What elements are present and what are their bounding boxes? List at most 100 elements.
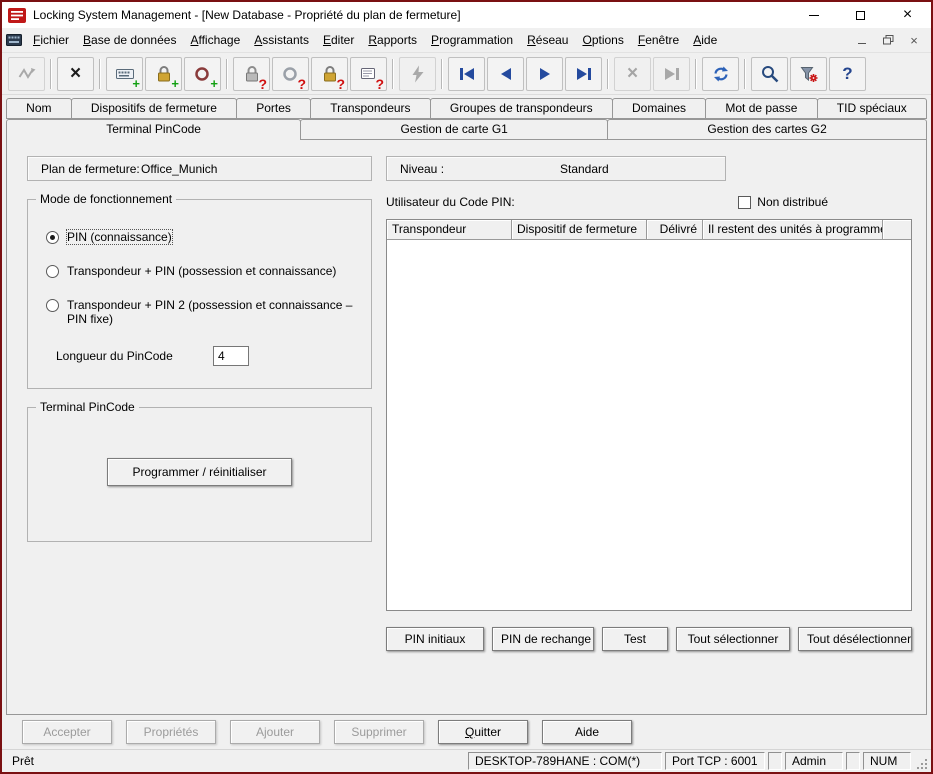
not-distributed-option[interactable]: Non distribué xyxy=(738,195,828,209)
aide-button[interactable]: Aide xyxy=(542,720,632,744)
test-button[interactable]: Test xyxy=(602,627,668,651)
toolbar-read-card-button[interactable]: ? xyxy=(350,56,387,91)
toolbar-refresh-button[interactable] xyxy=(702,56,739,91)
title-bar: Locking System Management - [New Databas… xyxy=(2,2,931,28)
toolbar-disconnect-button[interactable]: × xyxy=(57,56,94,91)
tab-gestion-de-carte-g1[interactable]: Gestion de carte G1 xyxy=(300,119,609,139)
menu-bar: Fichier Base de données Affichage Assist… xyxy=(2,28,931,53)
tab-terminal-pincode[interactable]: Terminal PinCode xyxy=(6,119,302,140)
mode-groupbox: Mode de fonctionnement PIN (connaissance… xyxy=(27,192,372,389)
pin-initiaux-button[interactable]: PIN initiaux xyxy=(386,627,484,651)
column-header-transpondeur[interactable]: Transpondeur xyxy=(387,220,512,240)
menu-item-fichier[interactable]: Fichier xyxy=(26,29,76,51)
plan-field: Plan de fermeture: Office_Munich xyxy=(27,156,372,181)
close-button[interactable]: × xyxy=(884,2,931,28)
toolbar-abort-button: × xyxy=(614,56,651,91)
tab-dispositifs-de-fermeture[interactable]: Dispositifs de fermeture xyxy=(70,98,238,119)
toolbar-skip-button xyxy=(653,56,690,91)
pin-users-table: Transpondeur Dispositif de fermeture Dél… xyxy=(386,219,912,611)
radio-option-transpondeur-pin[interactable]: Transpondeur + PIN (possession et connai… xyxy=(46,264,357,278)
tab-groupes-de-transpondeurs[interactable]: Groupes de transpondeurs xyxy=(429,98,613,119)
menu-item-affichage[interactable]: Affichage xyxy=(183,29,247,51)
question-badge-icon: ? xyxy=(336,75,345,92)
toolbar-nav-next-button[interactable] xyxy=(526,56,563,91)
toolbar-help-button[interactable]: ? xyxy=(829,56,866,91)
terminal-groupbox-title: Terminal PinCode xyxy=(36,400,139,414)
toolbar-sync-button xyxy=(8,56,45,91)
toolbar-nav-first-button[interactable] xyxy=(448,56,485,91)
menu-item-options[interactable]: Options xyxy=(575,29,630,51)
radio-label: Transpondeur + PIN (possession et connai… xyxy=(67,264,337,278)
not-distributed-checkbox[interactable] xyxy=(738,195,752,209)
mdi-close-button[interactable]: × xyxy=(907,33,921,47)
toolbar-filter-button[interactable] xyxy=(790,56,827,91)
toolbar-nav-last-button[interactable] xyxy=(565,56,602,91)
tab-domaines[interactable]: Domaines xyxy=(611,98,707,119)
column-header-filler xyxy=(883,220,911,240)
menu-item-assistants[interactable]: Assistants xyxy=(247,29,316,51)
tout-deselectionner-button[interactable]: Tout désélectionner xyxy=(798,627,912,651)
radio-icon xyxy=(46,231,59,244)
toolbar-nav-prev-button[interactable] xyxy=(487,56,524,91)
nav-prev-icon xyxy=(500,67,511,80)
pin-de-rechange-button[interactable]: PIN de rechange xyxy=(492,627,594,651)
pin-length-row: Longueur du PinCode xyxy=(56,346,371,366)
maximize-button[interactable] xyxy=(837,2,884,28)
program-reset-button[interactable]: Programmer / réinitialiser xyxy=(107,458,292,486)
toolbar-read-lock-gold-button[interactable]: ? xyxy=(311,56,348,92)
menu-item-aide[interactable]: Aide xyxy=(686,29,724,51)
flash-icon xyxy=(412,65,423,82)
menu-item-programmation[interactable]: Programmation xyxy=(424,29,520,51)
table-body[interactable] xyxy=(387,240,911,610)
question-badge-icon: ? xyxy=(258,75,267,92)
toolbar-add-keyboard-button[interactable]: + xyxy=(106,56,143,91)
minimize-button[interactable] xyxy=(790,2,837,28)
pin-length-input[interactable] xyxy=(213,346,249,366)
pin-users-header-row: Utilisateur du Code PIN: Non distribué xyxy=(386,195,912,209)
status-spacer xyxy=(846,752,860,770)
mode-groupbox-title: Mode de fonctionnement xyxy=(36,192,177,206)
nav-first-icon xyxy=(459,67,474,80)
mdi-minimize-button[interactable] xyxy=(855,33,869,47)
window-title: Locking System Management - [New Databas… xyxy=(33,8,461,22)
toolbar-add-lock-button[interactable]: + xyxy=(145,56,182,91)
plan-value: Office_Munich xyxy=(141,161,218,176)
nav-last-icon xyxy=(576,67,591,80)
toolbar-read-lock-button[interactable]: ? xyxy=(233,56,270,92)
menu-item-rapports[interactable]: Rapports xyxy=(361,29,424,51)
tout-selectionner-button[interactable]: Tout sélectionner xyxy=(676,627,790,651)
menu-item-base-de-donnees[interactable]: Base de données xyxy=(76,29,183,51)
button-label: Quitter xyxy=(464,725,502,739)
accepter-button: Accepter xyxy=(22,720,112,744)
button-label: Propriétés xyxy=(143,725,199,739)
tab-row-1: Nom Dispositifs de fermeture Portes Tran… xyxy=(6,98,927,119)
column-header-unites-a-programmer[interactable]: Il restent des unités à programmer xyxy=(703,220,883,240)
radio-option-pin[interactable]: PIN (connaissance) xyxy=(46,229,357,245)
tab-nom[interactable]: Nom xyxy=(6,98,72,119)
tab-tid-speciaux[interactable]: TID spéciaux xyxy=(816,98,927,119)
maximize-icon xyxy=(856,10,865,20)
resize-grip[interactable] xyxy=(914,752,928,770)
menu-item-reseau[interactable]: Réseau xyxy=(520,29,575,51)
level-value: Standard xyxy=(560,161,609,176)
document-icon xyxy=(6,34,22,46)
tab-transpondeurs[interactable]: Transpondeurs xyxy=(310,98,431,119)
toolbar-search-button[interactable] xyxy=(751,56,788,91)
menu-item-editer[interactable]: Editer xyxy=(316,29,361,51)
footer-buttons: Accepter Propriétés Ajouter Supprimer Qu… xyxy=(2,715,931,749)
tab-mot-de-passe[interactable]: Mot de passe xyxy=(705,98,818,119)
tab-portes[interactable]: Portes xyxy=(236,98,312,119)
toolbar-separator xyxy=(392,58,394,89)
column-header-dispositif[interactable]: Dispositif de fermeture xyxy=(512,220,647,240)
quitter-button[interactable]: Quitter xyxy=(438,720,528,744)
column-header-delivre[interactable]: Délivré xyxy=(647,220,703,240)
plan-label: Plan de fermeture: xyxy=(41,161,140,176)
radio-icon xyxy=(46,299,59,312)
radio-option-transpondeur-pin2[interactable]: Transpondeur + PIN 2 (possession et conn… xyxy=(46,298,357,326)
toolbar-add-transponder-button[interactable]: + xyxy=(184,56,221,91)
menu-item-fenetre[interactable]: Fenêtre xyxy=(631,29,686,51)
mdi-restore-button[interactable] xyxy=(881,33,895,47)
tab-gestion-des-cartes-g2[interactable]: Gestion des cartes G2 xyxy=(607,119,927,139)
toolbar-read-transponder-button[interactable]: ? xyxy=(272,56,309,91)
not-distributed-label: Non distribué xyxy=(757,195,828,209)
